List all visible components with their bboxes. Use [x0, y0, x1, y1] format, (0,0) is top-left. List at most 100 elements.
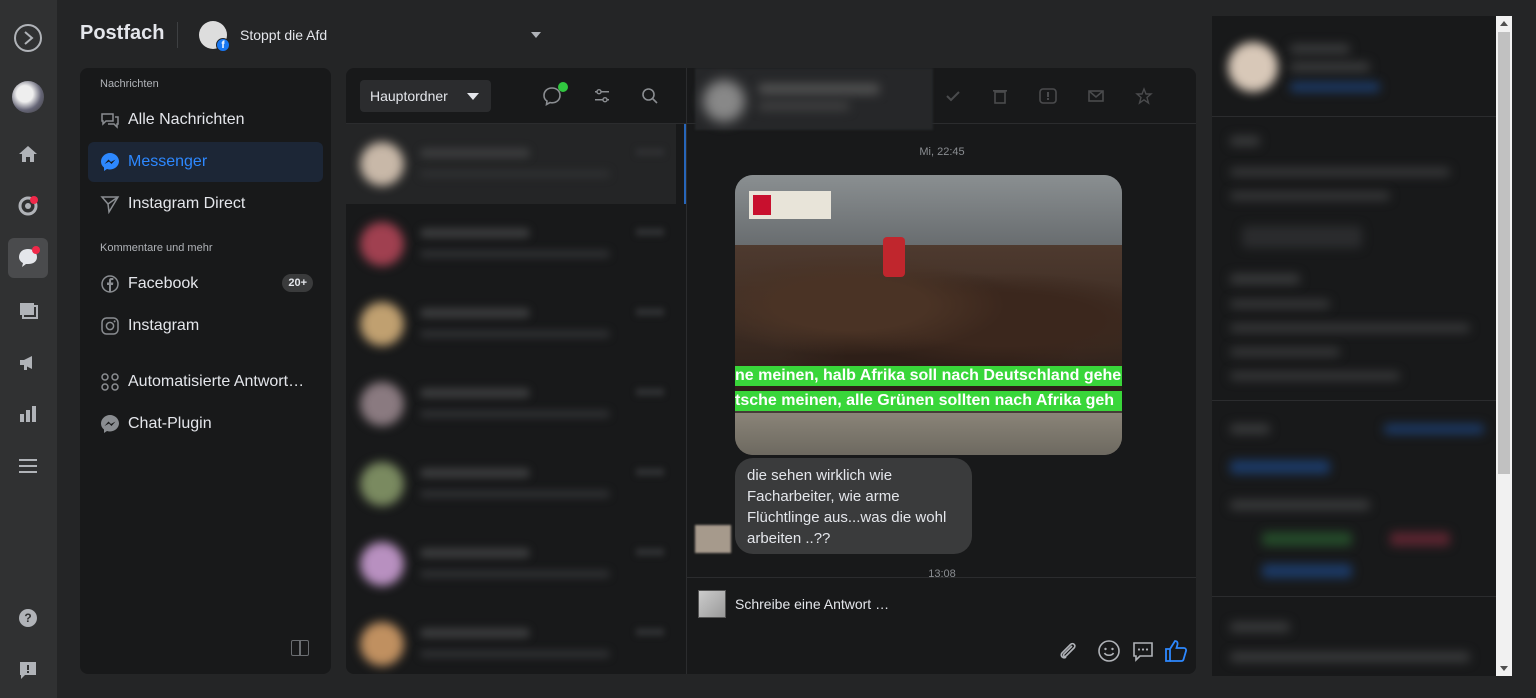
message-bubble: die sehen wirklich wie Facharbeiter, wie… [735, 458, 972, 554]
scrollbar-thumb[interactable] [1498, 32, 1510, 474]
search-icon[interactable] [640, 86, 660, 106]
contact-header-blurred [695, 68, 933, 130]
megaphone-icon[interactable] [12, 346, 44, 378]
header-divider [177, 22, 178, 48]
conversation-item[interactable] [346, 364, 676, 444]
blurred-tag [1262, 532, 1352, 546]
image-caption: tsche meinen, alle Grünen sollten nach A… [735, 391, 1122, 411]
new-message-icon[interactable] [542, 82, 568, 106]
message-text: Flüchtlinge aus...was die wohl [747, 509, 947, 526]
feedback-icon[interactable] [12, 654, 44, 686]
nav-item-label: Instagram Direct [128, 195, 246, 212]
attachment-icon[interactable] [1055, 638, 1081, 664]
profile-avatar[interactable] [12, 81, 44, 113]
chevron-down-icon [531, 32, 541, 38]
contact-avatar [1228, 42, 1278, 92]
conversation-list: Hauptordner [346, 68, 686, 674]
scroll-up-icon[interactable] [1500, 21, 1508, 26]
scroll-down-icon[interactable] [1500, 666, 1508, 671]
inbox-icon[interactable] [8, 238, 48, 278]
left-rail: ? [0, 0, 57, 698]
unread-count-badge: 20+ [282, 274, 313, 292]
chat-bubbles-icon [100, 110, 120, 130]
nav-item-instagram[interactable]: Instagram [88, 306, 323, 346]
nav-item-instagram-direct[interactable]: Instagram Direct [88, 184, 323, 224]
nav-item-messenger[interactable]: Messenger [88, 142, 323, 182]
blurred-text [1230, 372, 1400, 380]
chat-thread: Mi, 22:45 ne meinen, halb Afrika soll na… [686, 68, 1196, 674]
blurred-tag [1262, 564, 1352, 578]
mail-icon[interactable] [1086, 86, 1106, 106]
section-label-comments: Kommentare und mehr [100, 242, 213, 254]
online-status-dot [558, 82, 568, 92]
conversation-item[interactable] [346, 524, 676, 604]
blurred-text [1230, 500, 1370, 510]
conversation-item[interactable] [346, 284, 676, 364]
blurred-text [1290, 44, 1350, 54]
message-text: die sehen wirklich wie [747, 467, 893, 484]
blurred-text [1230, 136, 1260, 146]
page-avatar [698, 590, 726, 618]
page-name: Stoppt die Afd [240, 27, 328, 43]
emoji-icon[interactable] [1096, 638, 1122, 664]
blurred-button [1242, 226, 1362, 248]
page-selector[interactable]: f Stoppt die Afd [195, 18, 551, 52]
blurred-text [1230, 652, 1470, 662]
page-avatar: f [199, 21, 230, 52]
list-toolbar: Hauptordner [346, 68, 686, 124]
thumbs-up-icon[interactable] [1163, 638, 1189, 664]
nav-item-chat-plugin[interactable]: Chat-Plugin [88, 404, 323, 444]
page-title: Postfach [80, 22, 165, 44]
message-text: Facharbeiter, wie arme [747, 488, 900, 505]
blurred-text [1230, 324, 1470, 332]
blurred-text [1230, 192, 1390, 200]
nav-item-automated-responses[interactable]: Automatisierte Antwort… [88, 362, 323, 402]
blurred-text [1290, 62, 1370, 72]
collapse-sidebar-icon[interactable] [291, 640, 309, 656]
instagram-icon [100, 316, 120, 336]
folder-dropdown[interactable]: Hauptordner [360, 80, 491, 112]
folder-label: Hauptordner [370, 88, 448, 104]
notification-dot [30, 196, 38, 204]
star-icon[interactable] [1134, 86, 1154, 106]
blurred-text [1230, 424, 1270, 434]
chevron-down-icon [467, 93, 479, 100]
insights-icon[interactable] [12, 398, 44, 430]
blurred-tag [1230, 460, 1330, 474]
inbox-nav: Nachrichten Alle Nachrichten Messenger I… [80, 68, 331, 674]
activity-icon[interactable] [12, 190, 44, 222]
section-label-messages: Nachrichten [100, 78, 159, 90]
meta-logo-icon[interactable] [12, 22, 44, 54]
notification-dot [32, 246, 40, 254]
check-icon[interactable] [943, 86, 963, 106]
blurred-text [1230, 274, 1300, 284]
blurred-link [1384, 424, 1484, 434]
conversation-item[interactable] [346, 604, 676, 674]
reply-input[interactable] [735, 596, 1175, 612]
facebook-badge-icon: f [216, 38, 230, 52]
blurred-text [1230, 622, 1290, 632]
help-icon[interactable]: ? [12, 602, 44, 634]
conversation-item[interactable] [346, 204, 676, 284]
filter-icon[interactable] [592, 86, 612, 106]
alert-icon[interactable] [1038, 86, 1058, 106]
menu-icon[interactable] [12, 450, 44, 482]
sender-avatar [695, 525, 731, 553]
content-icon[interactable] [12, 294, 44, 326]
trash-icon[interactable] [990, 86, 1010, 106]
blurred-tag [1390, 532, 1450, 546]
nav-item-label: Instagram [128, 317, 200, 334]
conversation-item[interactable] [346, 124, 676, 204]
saved-replies-icon[interactable] [1130, 638, 1156, 664]
image-caption: ne meinen, halb Afrika soll nach Deutsch… [735, 366, 1122, 386]
reply-composer [687, 577, 1196, 674]
nav-item-label: Messenger [128, 153, 208, 170]
nav-item-all-messages[interactable]: Alle Nachrichten [88, 100, 323, 140]
message-image[interactable]: ne meinen, halb Afrika soll nach Deutsch… [735, 175, 1122, 455]
conversation-item[interactable] [346, 444, 676, 524]
home-icon[interactable] [12, 138, 44, 170]
blurred-text [1230, 300, 1330, 308]
blurred-text [1230, 168, 1450, 176]
nav-item-facebook[interactable]: Facebook 20+ [88, 264, 323, 304]
scrollbar[interactable] [1496, 16, 1512, 676]
